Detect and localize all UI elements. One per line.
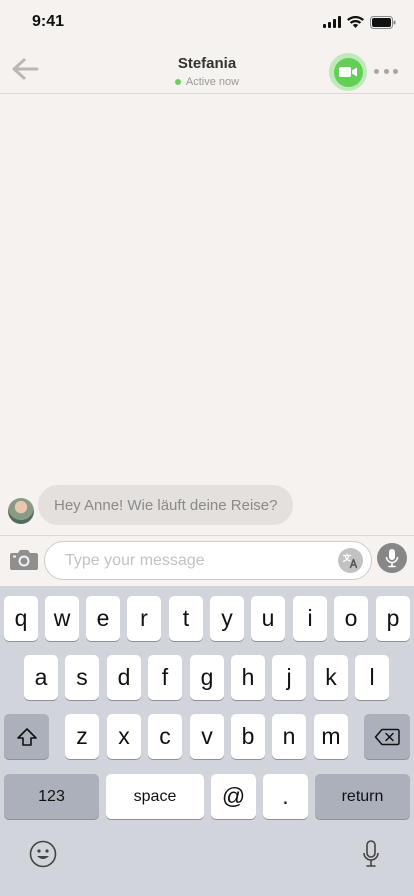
message-input[interactable] xyxy=(45,542,335,579)
key-h[interactable]: h xyxy=(231,655,265,700)
emoji-button[interactable] xyxy=(28,839,58,869)
more-dot xyxy=(393,68,398,74)
status-bar: 9:41 xyxy=(0,0,414,44)
key-g[interactable]: g xyxy=(190,655,224,700)
period-key[interactable]: . xyxy=(263,774,308,819)
key-i[interactable]: i xyxy=(293,596,327,641)
key-p[interactable]: p xyxy=(376,596,410,641)
camera-icon xyxy=(10,550,38,570)
key-d[interactable]: d xyxy=(107,655,141,700)
key-j[interactable]: j xyxy=(272,655,306,700)
key-r[interactable]: r xyxy=(127,596,161,641)
shift-key[interactable] xyxy=(4,714,49,759)
key-f[interactable]: f xyxy=(148,655,182,700)
key-a[interactable]: a xyxy=(24,655,58,700)
key-y[interactable]: y xyxy=(210,596,244,641)
avatar[interactable] xyxy=(8,498,34,524)
key-k[interactable]: k xyxy=(314,655,348,700)
message-list[interactable]: Hey Anne! Wie läuft deine Reise? xyxy=(0,95,414,535)
key-v[interactable]: v xyxy=(190,714,224,759)
key-w[interactable]: w xyxy=(45,596,79,641)
key-c[interactable]: c xyxy=(148,714,182,759)
key-x[interactable]: x xyxy=(107,714,141,759)
presence-status: Active now xyxy=(174,75,240,89)
more-dot xyxy=(374,68,379,74)
wifi-icon xyxy=(347,16,364,28)
camera-button[interactable] xyxy=(9,546,39,572)
chat-header: Stefania Active now xyxy=(0,44,414,94)
dictation-mic-icon xyxy=(363,840,379,867)
presence-dot xyxy=(174,79,181,85)
signal-icon xyxy=(323,16,341,28)
space-key[interactable]: space xyxy=(106,774,204,819)
at-key[interactable]: @ xyxy=(211,774,256,819)
status-icons xyxy=(323,15,396,29)
translate-icon xyxy=(342,553,358,569)
backspace-key[interactable] xyxy=(364,714,410,759)
status-time: 9:41 xyxy=(32,13,65,30)
presence-label: Active now xyxy=(185,76,240,88)
video-call-button-inner xyxy=(333,57,363,87)
numbers-key[interactable]: 123 xyxy=(4,774,99,819)
message-field xyxy=(44,541,372,580)
video-call-button[interactable] xyxy=(329,53,367,91)
key-o[interactable]: o xyxy=(334,596,368,641)
voice-message-button[interactable] xyxy=(377,543,407,573)
more-options-button[interactable] xyxy=(374,64,398,78)
key-e[interactable]: e xyxy=(86,596,120,641)
dictation-button[interactable] xyxy=(356,839,386,869)
return-key[interactable]: return xyxy=(315,774,410,819)
shift-icon xyxy=(16,727,37,746)
key-n[interactable]: n xyxy=(272,714,306,759)
emoji-icon xyxy=(29,840,57,868)
keyboard: q w e r t y u i o p a s d f g h j k l z … xyxy=(0,586,414,896)
key-u[interactable]: u xyxy=(251,596,285,641)
key-z[interactable]: z xyxy=(65,714,99,759)
microphone-icon xyxy=(385,549,399,568)
key-l[interactable]: l xyxy=(355,655,389,700)
key-t[interactable]: t xyxy=(169,596,203,641)
key-q[interactable]: q xyxy=(4,596,38,641)
translate-button[interactable] xyxy=(338,548,363,573)
backspace-icon xyxy=(374,728,400,745)
battery-icon xyxy=(370,15,396,29)
incoming-message: Hey Anne! Wie läuft deine Reise? xyxy=(8,485,294,525)
key-b[interactable]: b xyxy=(231,714,265,759)
key-m[interactable]: m xyxy=(314,714,348,759)
message-bubble[interactable]: Hey Anne! Wie läuft deine Reise? xyxy=(38,485,294,525)
composer-bar xyxy=(0,535,414,586)
video-camera-icon xyxy=(339,67,357,77)
more-dot xyxy=(383,68,389,74)
key-s[interactable]: s xyxy=(65,655,99,700)
